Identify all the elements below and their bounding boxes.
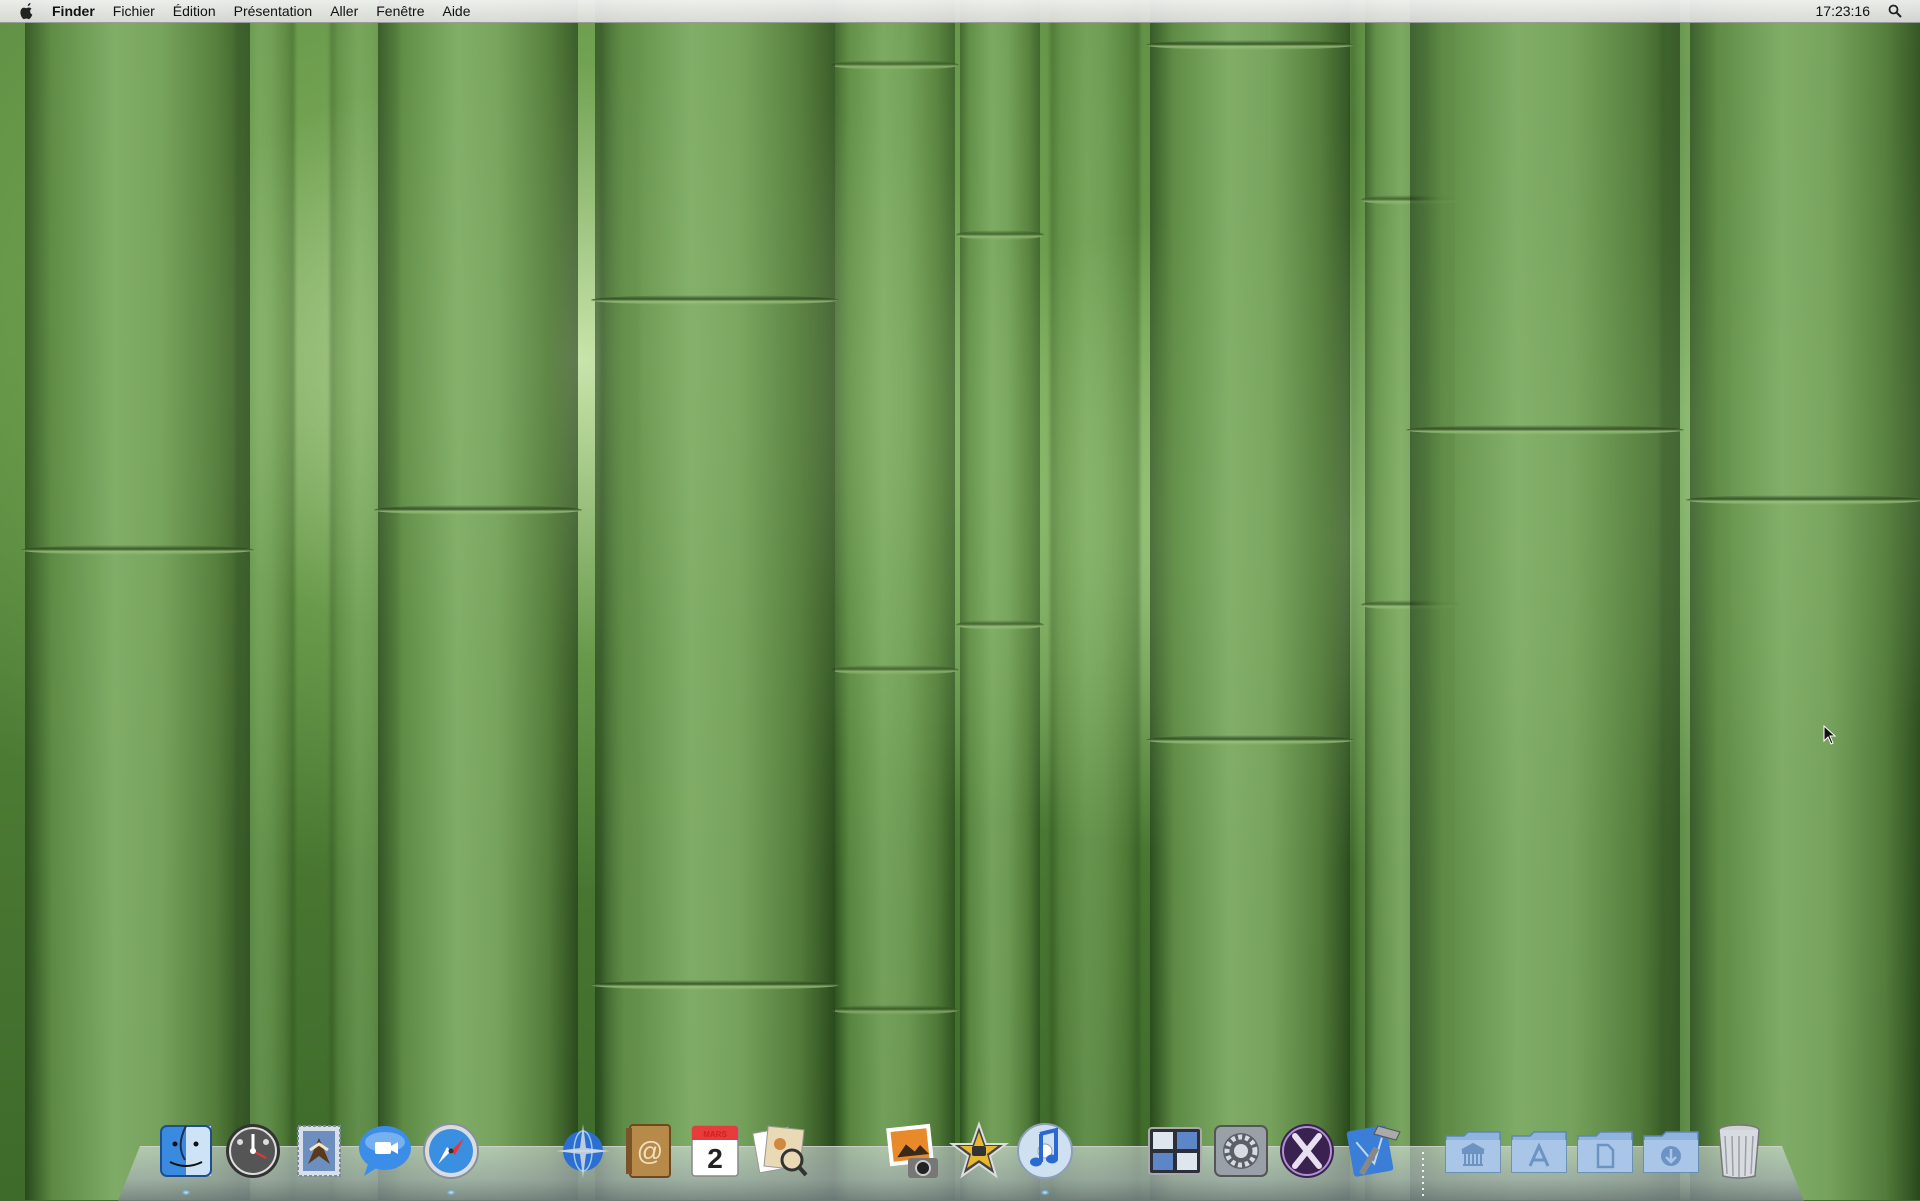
dock-item-preview[interactable] [750, 1120, 812, 1182]
dock-item-mac-os-x[interactable] [1276, 1120, 1338, 1182]
documents-folder-icon [1577, 1131, 1633, 1173]
dock-item-iphoto[interactable] [882, 1120, 944, 1182]
ical-icon: MARS 2 [691, 1125, 739, 1177]
calendar-month: MARS [703, 1130, 727, 1139]
dock-item-safari[interactable] [420, 1120, 482, 1182]
imovie-icon [949, 1120, 1009, 1179]
magnifier-icon [1888, 4, 1902, 18]
dock-item-xcode[interactable] [1342, 1120, 1404, 1182]
dock-item-imovie[interactable] [948, 1120, 1010, 1182]
dock-item-finder[interactable] [155, 1120, 217, 1182]
dock-folder-applications[interactable] [1508, 1120, 1570, 1182]
network-globe-icon [556, 1124, 610, 1178]
menu-edition[interactable]: Édition [164, 0, 225, 22]
calendar-day: 2 [707, 1143, 723, 1174]
trash-icon [1718, 1124, 1760, 1179]
dock-item-trash[interactable] [1708, 1120, 1770, 1182]
dock-item-mail[interactable] [288, 1120, 350, 1182]
dock-item-ichat[interactable] [354, 1120, 416, 1182]
ichat-icon [359, 1126, 411, 1176]
safari-icon [423, 1123, 479, 1179]
menu-fichier[interactable]: Fichier [104, 0, 164, 22]
dock-item-address-book[interactable]: @ [618, 1120, 680, 1182]
running-indicator [1041, 1190, 1049, 1195]
running-indicator [447, 1190, 455, 1195]
xcode-icon [1346, 1125, 1401, 1177]
mouse-pointer-icon [1823, 725, 1837, 745]
running-indicator [182, 1190, 190, 1195]
desktop-wallpaper [0, 0, 1920, 1200]
dock-folder-library[interactable] [1442, 1120, 1504, 1182]
dock-folder-downloads[interactable] [1640, 1120, 1702, 1182]
applications-folder-icon [1511, 1131, 1567, 1173]
menu-aide[interactable]: Aide [433, 0, 479, 22]
dock-folder-documents[interactable] [1574, 1120, 1636, 1182]
dock-item-network[interactable] [552, 1120, 614, 1182]
apple-icon [20, 3, 33, 20]
downloads-folder-icon [1643, 1131, 1699, 1173]
menubar-clock[interactable]: 17:23:16 [1802, 3, 1885, 19]
svg-text:@: @ [637, 1136, 663, 1166]
preview-icon [752, 1125, 808, 1177]
address-book-icon: @ [626, 1124, 671, 1178]
menu-bar: Finder Fichier Édition Présentation Alle… [0, 0, 1920, 23]
spotlight-button[interactable] [1884, 4, 1906, 18]
dock-separator [1422, 1152, 1424, 1198]
dock-item-spaces[interactable] [1144, 1120, 1206, 1182]
library-folder-icon [1445, 1131, 1501, 1173]
menu-aller[interactable]: Aller [321, 0, 367, 22]
dashboard-icon [226, 1124, 280, 1178]
dock: @ MARS 2 [0, 1110, 1920, 1200]
finder-icon [160, 1125, 212, 1177]
dock-item-itunes[interactable] [1014, 1120, 1076, 1182]
iphoto-icon [886, 1123, 938, 1178]
itunes-icon [1017, 1123, 1073, 1179]
dock-item-dashboard[interactable] [222, 1120, 284, 1182]
mail-icon [297, 1125, 341, 1177]
system-preferences-icon [1214, 1125, 1268, 1177]
spaces-icon [1148, 1127, 1202, 1175]
dock-item-ical[interactable]: MARS 2 [684, 1120, 746, 1182]
menu-fenetre[interactable]: Fenêtre [367, 0, 433, 22]
apple-menu[interactable] [16, 2, 38, 20]
dock-item-system-preferences[interactable] [1210, 1120, 1272, 1182]
mac-os-x-icon [1280, 1124, 1334, 1178]
menu-presentation[interactable]: Présentation [225, 0, 322, 22]
menu-app-finder[interactable]: Finder [52, 0, 104, 22]
